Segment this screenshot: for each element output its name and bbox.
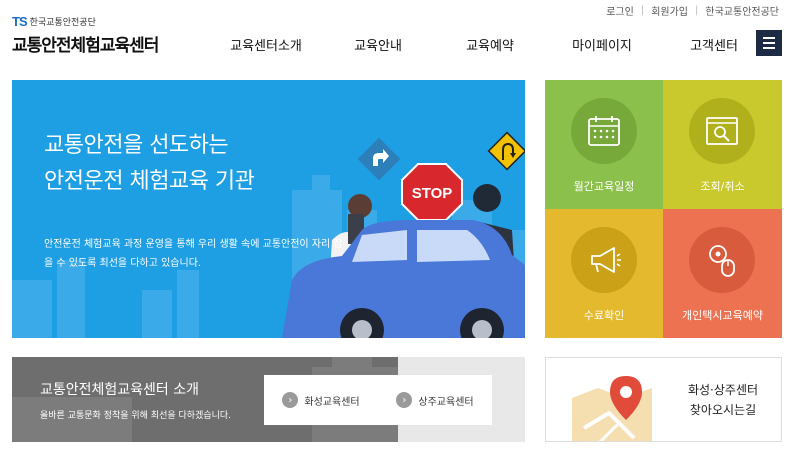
turn-arrow-sign-icon (357, 137, 401, 181)
nav-customer-center[interactable]: 고객센터 (658, 35, 770, 54)
page: 로그인 | 회원가입 | 한국교통안전공단 TS 한국교통안전공단 교통안전체험… (0, 0, 800, 459)
hamburger-line (763, 37, 775, 39)
search-window-icon (706, 117, 738, 145)
tile-icon-circle (571, 98, 637, 164)
steering-mouse-icon (709, 245, 735, 277)
svg-text:STOP: STOP (412, 185, 453, 202)
logo-org-name: 한국교통안전공단 (29, 18, 96, 28)
hamburger-line (763, 47, 775, 49)
hero-illustration: STOP (12, 131, 525, 338)
ts-logo-mark: TS (12, 14, 28, 29)
hero-banner[interactable]: STOP 교통안전을 선도하는 안전운전 체험교육 기관 안전운전 체험교육 과… (12, 80, 525, 338)
hwaseong-center-link[interactable]: › 화성교육센터 (282, 392, 360, 408)
tile-completion-check[interactable]: 수료확인 (545, 209, 663, 338)
intro-description: 올바른 교통문화 정착을 위해 최선을 다하겠습니다. (40, 411, 232, 421)
directions-line2: 찾아오시는길 (689, 403, 757, 417)
calendar-icon (588, 116, 620, 146)
tile-icon-circle (571, 227, 637, 293)
directions-text: 화성·상주센터 찾아오시는길 (668, 380, 778, 420)
nav-education-info[interactable]: 교육안내 (322, 35, 434, 54)
directions-box[interactable]: 화성·상주센터 찾아오시는길 (545, 357, 782, 442)
link-label: 상주교육센터 (418, 396, 474, 408)
intro-title: 교통안전체험교육센터 소개 (40, 382, 200, 398)
tile-label: 개인택시교육예약 (682, 309, 763, 322)
site-logo[interactable]: TS 한국교통안전공단 교통안전체험교육센터 (12, 14, 159, 56)
hero-title-line1: 교통안전을 선도하는 (44, 133, 229, 158)
quick-menu-tiles: 월간교육일정 조회/취소 수료확인 개인택시교육예약 (545, 80, 782, 338)
tile-label: 조회/취소 (700, 180, 745, 193)
tile-label: 월간교육일정 (573, 180, 635, 193)
megaphone-icon (591, 247, 621, 273)
chevron-right-icon: › (282, 392, 299, 408)
tile-label: 수료확인 (583, 309, 625, 322)
kotsa-link[interactable]: 한국교통안전공단 (698, 3, 786, 18)
nav-reservation[interactable]: 교육예약 (434, 35, 546, 54)
logo-top: TS 한국교통안전공단 (12, 14, 158, 29)
link-label: 화성교육센터 (304, 396, 360, 408)
hamburger-menu-button[interactable] (756, 30, 782, 56)
chevron-right-icon: › (396, 392, 413, 408)
map-pin-icon (572, 376, 652, 441)
login-link[interactable]: 로그인 (599, 3, 641, 18)
center-links: › 화성교육센터 › 상주교육센터 (264, 375, 492, 425)
tile-lookup-cancel[interactable]: 조회/취소 (663, 80, 782, 209)
hero-title: 교통안전을 선도하는 안전운전 체험교육 기관 (44, 128, 255, 200)
u-turn-sign-icon (487, 131, 525, 171)
tile-taxi-reservation[interactable]: 개인택시교육예약 (663, 209, 782, 338)
main-nav: 교육센터소개 교육안내 교육예약 마이페이지 고객센터 (210, 35, 770, 54)
logo-title: 교통안전체험교육센터 (12, 36, 159, 56)
nav-mypage[interactable]: 마이페이지 (546, 35, 658, 54)
tile-icon-circle (689, 227, 755, 293)
tile-monthly-schedule[interactable]: 월간교육일정 (545, 80, 663, 209)
directions-line1: 화성·상주센터 (687, 383, 759, 397)
utility-nav: 로그인 | 회원가입 | 한국교통안전공단 (599, 3, 786, 18)
hero-title-line2: 안전운전 체험교육 기관 (44, 169, 255, 194)
nav-center-intro[interactable]: 교육센터소개 (210, 35, 322, 54)
sangju-center-link[interactable]: › 상주교육센터 (396, 392, 474, 408)
center-intro-box: 교통안전체험교육센터 소개 올바른 교통문화 정착을 위해 최선을 다하겠습니다… (12, 357, 525, 442)
hero-description: 안전운전 체험교육 과정 운영을 통해 우리 생활 속에 교통안전이 자리 잡을… (44, 239, 343, 269)
hamburger-line (763, 42, 775, 44)
signup-link[interactable]: 회원가입 (644, 3, 695, 18)
tile-icon-circle (689, 98, 755, 164)
